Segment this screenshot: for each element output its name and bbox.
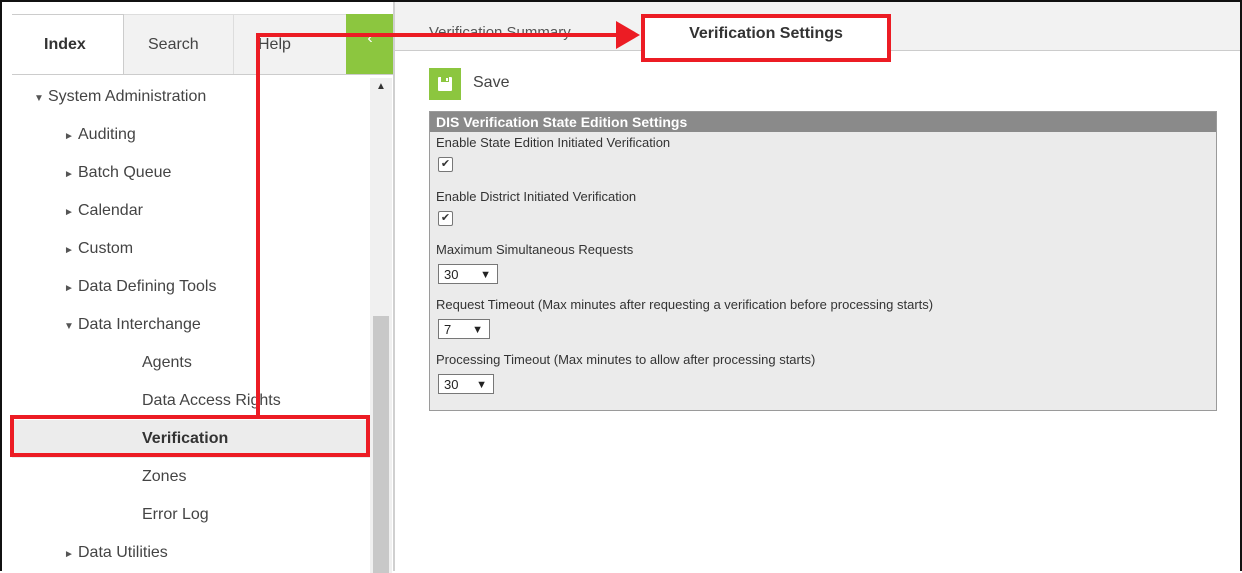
tree-item-error-log[interactable]: Error Log: [12, 496, 370, 534]
scroll-up-arrow-icon[interactable]: ▲: [370, 78, 392, 98]
collapsed-triangle-icon: ►: [64, 131, 74, 142]
enable-district-label: Enable District Initiated Verification: [436, 189, 637, 204]
tab-index[interactable]: Index: [12, 14, 124, 74]
collapsed-triangle-icon: ►: [64, 283, 74, 294]
max-requests-value: 30: [444, 267, 459, 282]
processing-timeout-label: Processing Timeout (Max minutes to allow…: [436, 352, 816, 367]
processing-timeout-select[interactable]: 30 ▼: [438, 374, 494, 394]
max-requests-label: Maximum Simultaneous Requests: [436, 242, 634, 257]
collapse-panel-button[interactable]: ‹: [346, 14, 394, 74]
annotation-arrow-horizontal: [256, 33, 620, 37]
checkmark-icon: ✔: [440, 158, 451, 170]
processing-timeout-value: 30: [444, 377, 459, 392]
expanded-triangle-icon: ▼: [34, 93, 44, 104]
collapsed-triangle-icon: ►: [64, 169, 74, 180]
annotation-arrow-vertical: [256, 34, 260, 419]
scrollbar-thumb[interactable]: [373, 316, 389, 573]
tree-item-system-administration[interactable]: ▼ System Administration: [12, 78, 370, 116]
collapsed-triangle-icon: ►: [64, 245, 74, 256]
settings-panel: DIS Verification State Edition Settings …: [429, 111, 1217, 411]
tree-item-custom[interactable]: ► Custom: [12, 230, 370, 268]
expanded-triangle-icon: ▼: [64, 321, 74, 332]
enable-state-checkbox[interactable]: ✔: [438, 157, 453, 172]
tree-item-data-utilities[interactable]: ► Data Utilities: [12, 534, 370, 571]
max-requests-select[interactable]: 30 ▼: [438, 264, 498, 284]
dropdown-arrow-icon: ▼: [476, 379, 487, 391]
save-label: Save: [473, 74, 510, 91]
collapsed-triangle-icon: ►: [64, 207, 74, 218]
request-timeout-label: Request Timeout (Max minutes after reque…: [436, 297, 934, 312]
collapsed-triangle-icon: ►: [64, 549, 74, 560]
nav-tabbar: Index Search Help ‹: [2, 2, 394, 78]
save-button[interactable]: Save: [429, 68, 549, 100]
tree-item-data-defining-tools[interactable]: ► Data Defining Tools: [12, 268, 370, 306]
main-content-panel: Verification Summary Verification Settin…: [395, 2, 1240, 571]
tree-item-zones[interactable]: Zones: [12, 458, 370, 496]
annotation-highlight-verification: [10, 415, 370, 457]
tree-item-agents[interactable]: Agents: [12, 344, 370, 382]
enable-state-label: Enable State Edition Initiated Verificat…: [436, 135, 671, 150]
annotation-highlight-settings-tab: [641, 14, 891, 62]
dropdown-arrow-icon: ▼: [480, 269, 491, 281]
left-navigation-panel: Index Search Help ‹ ▼ System Administrati…: [2, 2, 394, 573]
tree-item-data-interchange[interactable]: ▼ Data Interchange: [12, 306, 370, 344]
checkmark-icon: ✔: [440, 212, 451, 224]
tab-divider: [12, 74, 393, 75]
tab-search[interactable]: Search: [124, 14, 234, 74]
save-icon: [429, 68, 461, 100]
index-tree: ▼ System Administration ► Auditing ► Batch …: [12, 78, 370, 571]
enable-district-checkbox[interactable]: ✔: [438, 211, 453, 226]
tree-item-calendar[interactable]: ► Calendar: [12, 192, 370, 230]
annotation-arrowhead-icon: [616, 21, 640, 49]
tree-scrollbar[interactable]: ▲: [370, 78, 392, 573]
request-timeout-select[interactable]: 7 ▼: [438, 319, 490, 339]
tree-item-auditing[interactable]: ► Auditing: [12, 116, 370, 154]
request-timeout-value: 7: [444, 322, 452, 337]
settings-section-header: DIS Verification State Edition Settings: [430, 112, 1216, 132]
tree-item-batch-queue[interactable]: ► Batch Queue: [12, 154, 370, 192]
tab-help[interactable]: Help: [234, 14, 346, 74]
dropdown-arrow-icon: ▼: [472, 324, 483, 336]
